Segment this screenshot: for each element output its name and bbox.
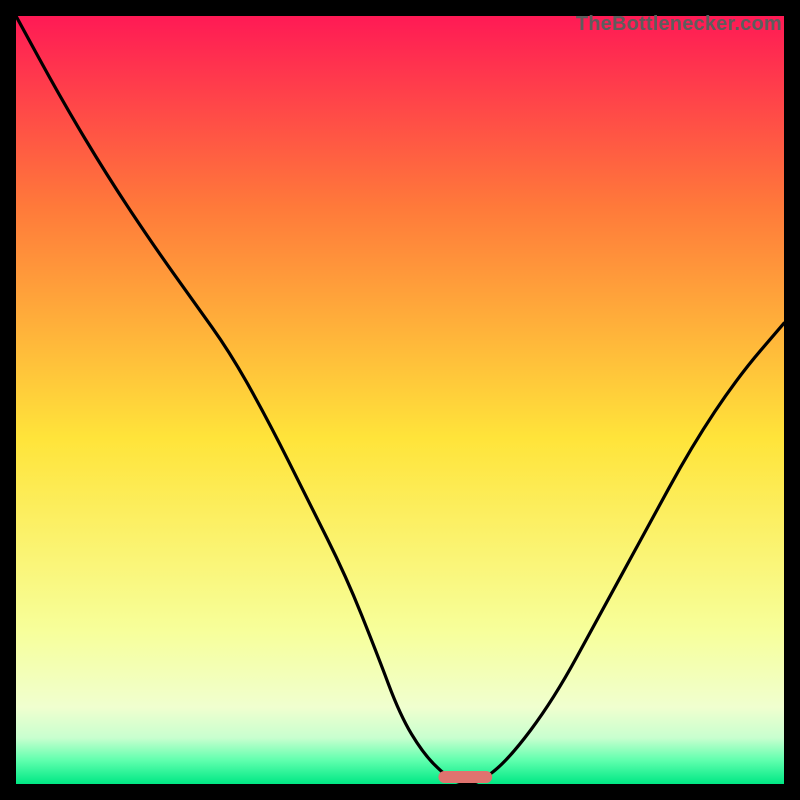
chart-frame: TheBottlenecker.com [16, 16, 784, 784]
optimal-marker [438, 771, 492, 783]
bottleneck-chart [16, 16, 784, 784]
gradient-background [16, 16, 784, 784]
watermark-text: TheBottlenecker.com [576, 13, 782, 36]
